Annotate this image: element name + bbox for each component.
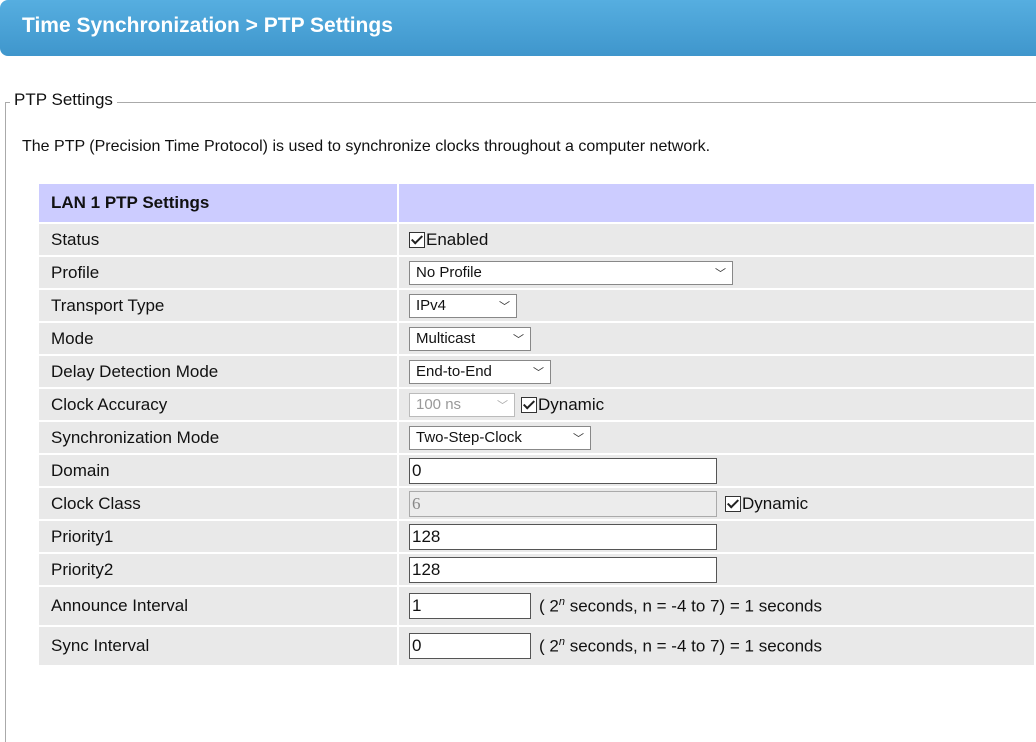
transport-type-value: IPv4: [416, 297, 447, 314]
priority1-input[interactable]: 128: [409, 523, 717, 550]
delay-detection-select[interactable]: End-to-End ﹀: [409, 359, 551, 384]
sync-interval-label: Sync Interval: [39, 627, 397, 665]
profile-select-value: No Profile: [416, 264, 482, 281]
clock-accuracy-label: Clock Accuracy: [39, 389, 397, 420]
priority1-label: Priority1: [39, 521, 397, 552]
table-row: Priority2 128: [39, 554, 1034, 585]
sync-interval-input[interactable]: 0: [409, 633, 531, 659]
clock-class-input[interactable]: 6: [409, 490, 717, 517]
delay-detection-label: Delay Detection Mode: [39, 356, 397, 387]
clock-class-label: Clock Class: [39, 488, 397, 519]
chevron-down-icon: ﹀: [497, 399, 508, 412]
table-heading: LAN 1 PTP Settings: [39, 184, 397, 222]
clock-class-dynamic-checkbox[interactable]: [725, 495, 741, 512]
page-title: Time Synchronization > PTP Settings: [22, 14, 393, 37]
clock-class-dynamic-label: Dynamic: [742, 493, 809, 513]
chevron-down-icon: ﹀: [533, 366, 544, 379]
chevron-down-icon: ﹀: [513, 333, 524, 346]
clock-accuracy-dynamic-label: Dynamic: [538, 394, 605, 414]
mode-value: Multicast: [416, 330, 476, 347]
domain-input[interactable]: 0: [409, 457, 717, 484]
status-enabled-checkbox[interactable]: [409, 231, 425, 248]
sync-mode-select[interactable]: Two-Step-Clock ﹀: [409, 425, 591, 450]
status-label: Status: [39, 224, 397, 255]
transport-type-select[interactable]: IPv4 ﹀: [409, 293, 517, 318]
clock-accuracy-dynamic-checkbox[interactable]: [521, 396, 537, 413]
delay-detection-value: End-to-End: [416, 363, 492, 380]
domain-label: Domain: [39, 455, 397, 486]
table-heading-empty: [399, 184, 1034, 222]
table-row: Priority1 128: [39, 521, 1034, 552]
announce-interval-input[interactable]: 1: [409, 593, 531, 619]
table-row: Profile No Profile ﹀: [39, 257, 1034, 288]
sync-mode-value: Two-Step-Clock: [416, 429, 522, 446]
chevron-down-icon: ﹀: [715, 267, 726, 280]
table-row: Synchronization Mode Two-Step-Clock ﹀: [39, 422, 1034, 453]
table-row: Domain 0: [39, 455, 1034, 486]
table-row: Clock Class 6 Dynamic: [39, 488, 1034, 519]
mode-label: Mode: [39, 323, 397, 354]
table-row: Status Enabled: [39, 224, 1034, 255]
ptp-settings-table: LAN 1 PTP Settings Status Enabled Profil…: [37, 182, 1036, 667]
priority2-label: Priority2: [39, 554, 397, 585]
clock-accuracy-select[interactable]: 100 ns ﹀: [409, 392, 515, 417]
sync-mode-label: Synchronization Mode: [39, 422, 397, 453]
table-row: Clock Accuracy 100 ns ﹀ Dynamic: [39, 389, 1034, 420]
profile-label: Profile: [39, 257, 397, 288]
profile-select[interactable]: No Profile ﹀: [409, 260, 733, 285]
page-header: Time Synchronization > PTP Settings: [0, 0, 1036, 56]
table-row: Sync Interval 0 ( 2n seconds, n = -4 to …: [39, 627, 1034, 665]
chevron-down-icon: ﹀: [573, 432, 584, 445]
fieldset-legend: PTP Settings: [10, 90, 117, 110]
announce-interval-hint: ( 2n seconds, n = -4 to 7) = 1 seconds: [539, 595, 823, 616]
transport-type-label: Transport Type: [39, 290, 397, 321]
clock-accuracy-value: 100 ns: [416, 396, 462, 413]
table-row: Mode Multicast ﹀: [39, 323, 1034, 354]
table-row: Delay Detection Mode End-to-End ﹀: [39, 356, 1034, 387]
table-row: Transport Type IPv4 ﹀: [39, 290, 1034, 321]
table-row: Announce Interval 1 ( 2n seconds, n = -4…: [39, 587, 1034, 625]
fieldset-border: [5, 102, 1036, 103]
priority2-input[interactable]: 128: [409, 556, 717, 583]
chevron-down-icon: ﹀: [499, 300, 510, 313]
table-header-row: LAN 1 PTP Settings: [39, 184, 1034, 222]
mode-select[interactable]: Multicast ﹀: [409, 326, 531, 351]
fieldset-border-left: [5, 102, 6, 742]
status-enabled-label: Enabled: [426, 229, 489, 249]
description-text: The PTP (Precision Time Protocol) is use…: [22, 138, 711, 155]
sync-interval-hint: ( 2n seconds, n = -4 to 7) = 1 seconds: [539, 635, 823, 656]
announce-interval-label: Announce Interval: [39, 587, 397, 625]
